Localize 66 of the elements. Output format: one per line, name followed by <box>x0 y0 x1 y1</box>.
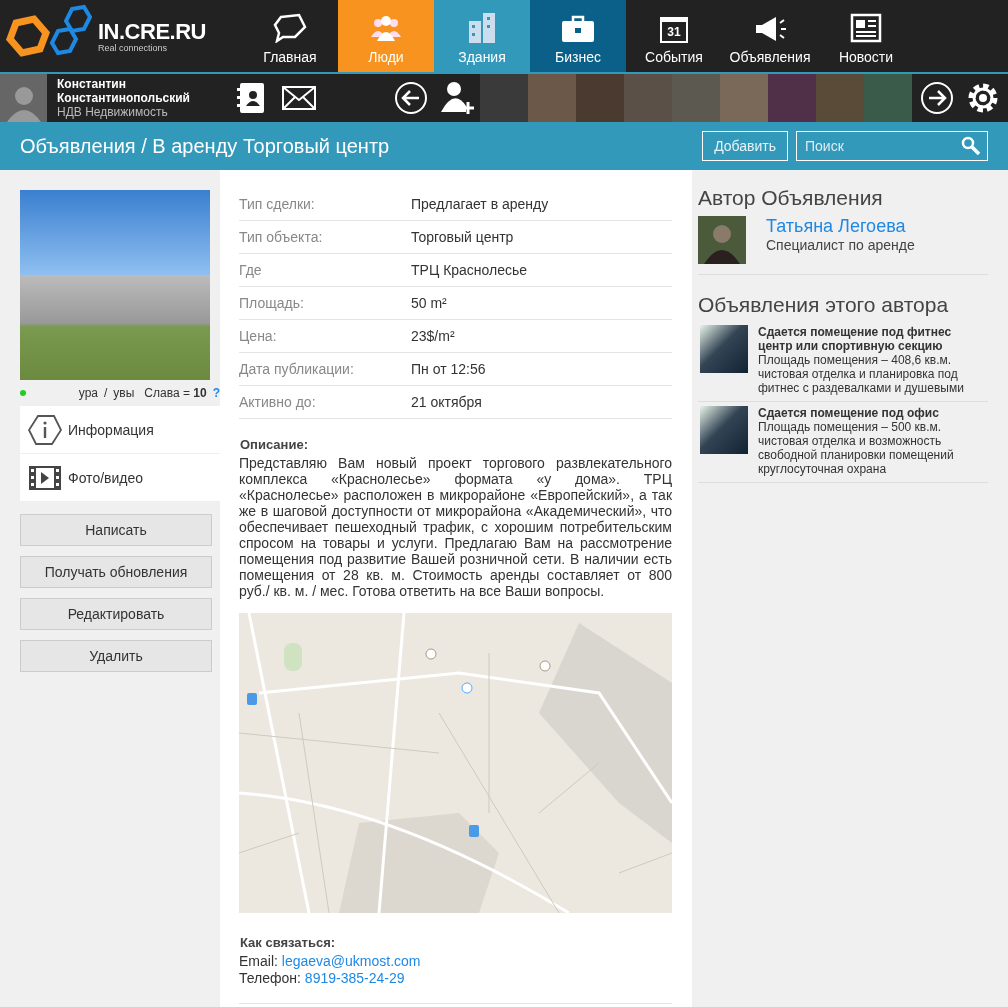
logo-name: IN.CRE.RU <box>98 19 206 44</box>
vote-separator: / <box>104 386 108 400</box>
briefcase-icon <box>561 15 595 43</box>
phone-link[interactable]: 8919-385-24-29 <box>304 970 405 986</box>
search-field[interactable]: Поиск <box>796 131 988 161</box>
search-icon[interactable] <box>961 136 981 156</box>
photo-placeholder[interactable] <box>700 406 748 454</box>
action-button[interactable]: Получать обновления <box>20 556 212 588</box>
right-arrow-icon[interactable] <box>920 81 954 115</box>
detail-value: ТРЦ Краснолесье <box>411 262 528 278</box>
detail-value: Торговый центр <box>411 229 514 245</box>
envelope-icon[interactable] <box>282 86 316 110</box>
author-heading: Автор Объявления <box>698 186 884 210</box>
detail-label: Площадь: <box>239 295 305 311</box>
info-icon <box>28 413 62 446</box>
detail-value: 23$/m² <box>411 328 455 344</box>
email-label: Email: <box>239 953 278 969</box>
detail-value: Предлагает в аренду <box>411 196 549 212</box>
map-drawing[interactable] <box>239 613 672 913</box>
listing-summary[interactable]: Сдается помещение под офис Площадь помещения – 500 кв.м. чистовая отделка и возможность свободной планировки помещений круглосуточная охрана <box>758 406 988 476</box>
vote-up-link[interactable]: ура <box>78 386 98 400</box>
detail-label: Дата публикации: <box>239 361 355 377</box>
phone-label: Телефон: <box>239 970 301 986</box>
nav-tab[interactable]: Объявления <box>722 0 818 72</box>
user-company: НДВ Недвижимость <box>57 105 169 119</box>
nav-tab[interactable]: 31 События <box>626 0 722 72</box>
sidebar-menu-item[interactable]: Фото/видео <box>20 454 220 502</box>
left-arrow-icon[interactable] <box>394 81 428 115</box>
rating-label: Слава = 10 <box>144 386 207 400</box>
detail-label: Тип сделки: <box>239 196 316 212</box>
detail-label: Активно до: <box>239 394 317 410</box>
action-button[interactable]: Удалить <box>20 640 212 672</box>
sidebar-menu-item[interactable]: Информация <box>20 406 220 454</box>
calendar-icon: 31 <box>660 17 688 43</box>
nav-tab[interactable]: Бизнес <box>530 0 626 72</box>
nav-tab[interactable]: Новости <box>818 0 914 72</box>
logo-tagline: Real connections <box>98 43 169 53</box>
settings-icon[interactable] <box>966 81 1000 115</box>
listing-summary[interactable]: Сдается помещение под фитнес центр или спортивную секцию Площадь помещения – 408,6 кв.м. чистовая отделка и планировка под фитнес с раздевалками и душевыми <box>758 325 988 395</box>
detail-label: Тип объекта: <box>239 229 324 245</box>
buildings-icon <box>467 11 497 43</box>
action-button[interactable]: Написать <box>20 514 212 546</box>
detail-value: Пн от 12:56 <box>411 361 486 377</box>
people-icon <box>369 15 403 43</box>
photo-placeholder[interactable] <box>700 325 748 373</box>
detail-label: Где <box>239 262 263 278</box>
user-avatar <box>0 74 48 122</box>
vote-down-link[interactable]: увы <box>113 386 135 400</box>
nav-tab[interactable]: Главная <box>242 0 338 72</box>
newspaper-icon <box>850 13 882 43</box>
email-link[interactable]: legaeva@ukmost.com <box>281 953 421 969</box>
action-button[interactable]: Редактировать <box>20 598 212 630</box>
author-role: Специалист по аренде <box>766 237 915 253</box>
contact-heading: Как связаться: <box>240 935 337 950</box>
user-name: Константин Константинопольский <box>57 77 191 105</box>
speech-bubble-icon <box>273 13 307 43</box>
add-person-icon[interactable] <box>440 80 476 116</box>
listings-heading: Объявления этого автора <box>698 293 950 317</box>
description-text: Представляю Вам новый проект торгового развлекательного комплекса «Краснолесье» формата «у дома». ТРЦ «Краснолесье» расположен в микрорайоне «Европейский», а так же в шаговой доступности от микрорайона «Академический», что обеспечивает пешеходный трафик, с хорошим потребительским спросом на товары и услуги. Предлагаю Вам на рассмотрение помещения под развитие Вашей розничной сети. В наличии есть помещения от 28 кв. м. Стоимость аренды составляет от 800 руб./ кв. м. / мес. Готова ответить на все Ваши вопросы. <box>239 455 672 599</box>
detail-label: Цена: <box>239 328 278 344</box>
film-play-icon <box>28 464 62 491</box>
detail-value: 50 m² <box>411 295 447 311</box>
page-title: Объявления / В аренду Торговый центр <box>20 134 391 158</box>
detail-value: 21 октября <box>411 394 482 410</box>
contacts-book-icon[interactable] <box>236 82 266 114</box>
description-heading: Описание: <box>240 437 309 452</box>
